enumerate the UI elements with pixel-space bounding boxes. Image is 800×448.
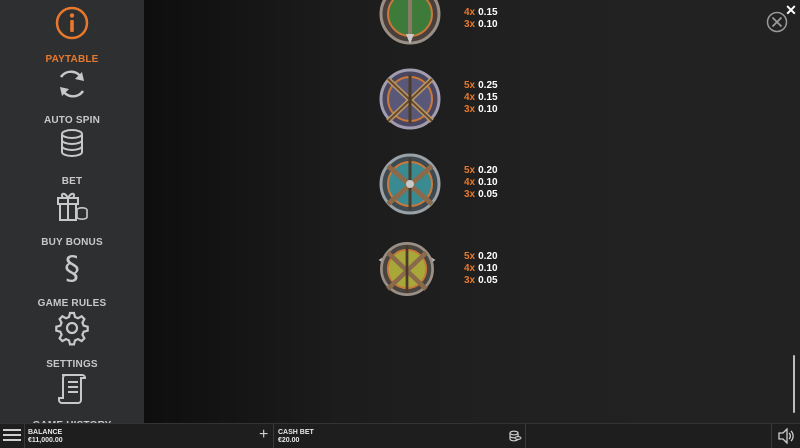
svg-text:§: § xyxy=(64,249,80,285)
payout-row: 5x 0.20 xyxy=(464,251,498,262)
sound-icon[interactable] xyxy=(777,428,795,444)
balance-label: BALANCE xyxy=(28,429,63,436)
sidebar-item-buy-bonus[interactable]: BUY BONUS xyxy=(0,188,144,248)
sidebar-item-label: PAYTABLE xyxy=(45,54,99,65)
close-circle-button[interactable] xyxy=(766,11,788,33)
gear-icon xyxy=(55,311,89,346)
coins-stack-icon xyxy=(61,129,83,157)
sidebar-item-label: AUTO SPIN xyxy=(43,115,101,126)
balance-value: €11,000.00 xyxy=(28,437,63,444)
teal-shield-axes-symbol xyxy=(379,153,441,215)
scrollbar[interactable] xyxy=(793,355,795,413)
sidebar-item-paytable[interactable]: PAYTABLE xyxy=(0,5,144,65)
sidebar-item-settings[interactable]: SETTINGS xyxy=(0,310,144,370)
crossed-swords-symbol xyxy=(379,68,441,130)
divider xyxy=(771,424,772,448)
divider xyxy=(525,424,526,448)
green-shield-symbol xyxy=(379,0,441,45)
payout-list: 5x 0.25 4x 0.15 3x 0.10 xyxy=(464,80,498,116)
payout-row: 3x 0.10 xyxy=(464,104,498,115)
sidebar-item-label: GAME RULES xyxy=(37,298,107,309)
payout-list: 5x 0.20 4x 0.10 3x 0.05 xyxy=(464,165,498,201)
payout-list: 5x 0.20 4x 0.10 3x 0.05 xyxy=(464,251,498,287)
hamburger-menu-icon[interactable] xyxy=(3,429,21,443)
payout-row: 3x 0.05 xyxy=(464,189,498,200)
section-sign-icon: § xyxy=(64,249,80,285)
sidebar-item-game-history[interactable]: GAME HISTORY xyxy=(0,371,144,431)
payout-row: 5x 0.25 xyxy=(464,80,498,91)
payout-row: 4x 0.10 xyxy=(464,177,498,188)
gift-coins-icon xyxy=(57,192,88,221)
coins-icon[interactable] xyxy=(508,429,522,443)
side-menu: PAYTABLE AUTO SPIN BET BUY BONUS § GAME … xyxy=(0,0,144,431)
cash-bet-value: €20.00 xyxy=(278,437,300,444)
sidebar-item-label: SETTINGS xyxy=(46,359,98,370)
divider xyxy=(273,424,274,448)
payout-row: 4x 0.15 xyxy=(464,92,498,103)
cash-bet-label: CASH BET xyxy=(278,429,314,436)
divider xyxy=(24,424,25,448)
sidebar-item-label: BUY BONUS xyxy=(41,237,103,248)
payout-row: 3x 0.05 xyxy=(464,275,498,286)
add-funds-icon[interactable]: + xyxy=(259,427,268,443)
sidebar-item-game-rules[interactable]: § GAME RULES xyxy=(0,249,144,309)
info-icon xyxy=(55,6,89,40)
yellow-shield-axes-symbol xyxy=(378,242,436,296)
paytable-panel xyxy=(144,0,800,423)
sidebar-item-auto-spin[interactable]: AUTO SPIN xyxy=(0,66,144,126)
refresh-icon xyxy=(59,70,85,98)
sidebar-item-bet[interactable]: BET xyxy=(0,127,144,187)
payout-list: 4x 0.15 3x 0.10 xyxy=(464,7,498,31)
payout-row: 4x 0.15 xyxy=(464,7,498,18)
payout-row: 4x 0.10 xyxy=(464,263,498,274)
payout-row: 3x 0.10 xyxy=(464,19,498,30)
payout-row: 5x 0.20 xyxy=(464,165,498,176)
scroll-icon xyxy=(58,374,87,404)
sidebar-item-label: BET xyxy=(61,176,83,187)
bottom-bar: BALANCE €11,000.00 + CASH BET €20.00 xyxy=(0,423,800,448)
